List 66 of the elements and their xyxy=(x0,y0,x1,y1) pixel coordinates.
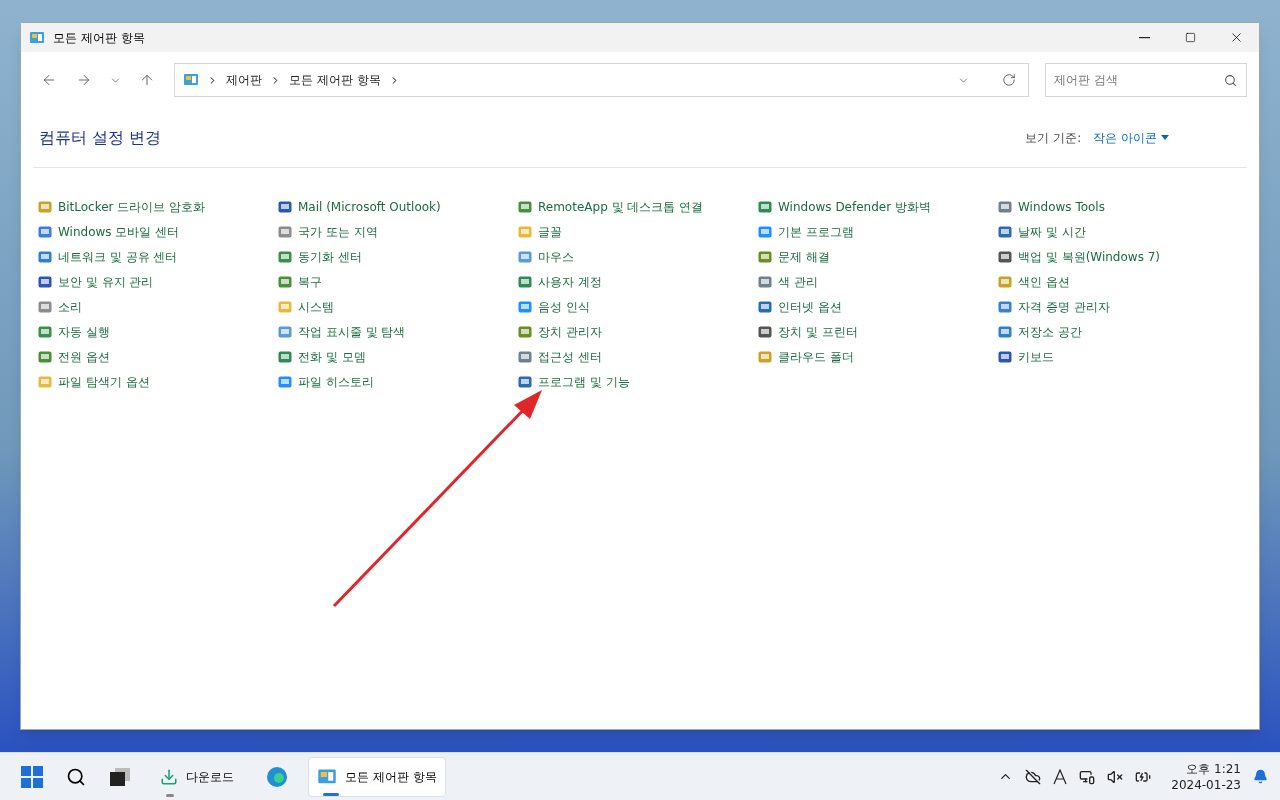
control-panel-link[interactable]: 날짜 및 시간 xyxy=(997,219,1237,244)
control-panel-link[interactable]: 장치 관리자 xyxy=(517,319,757,344)
clock-time[interactable]: 오후 1:21 xyxy=(1186,760,1241,777)
control-panel-link[interactable]: 접근성 센터 xyxy=(517,344,757,369)
volume-muted-icon[interactable] xyxy=(1107,768,1124,785)
control-panel-link[interactable]: 음성 인식 xyxy=(517,294,757,319)
control-panel-link[interactable]: 파일 탐색기 옵션 xyxy=(37,369,277,394)
minimize-icon xyxy=(1138,36,1150,39)
search-field[interactable]: 제어판 검색 xyxy=(1045,63,1247,97)
control-panel-link[interactable]: 국가 또는 지역 xyxy=(277,219,517,244)
refresh-icon[interactable] xyxy=(1002,73,1016,87)
letter-a-icon[interactable] xyxy=(1053,768,1068,785)
page-heading: 컴퓨터 설정 변경 xyxy=(39,126,162,149)
view-by-dropdown[interactable]: 작은 아이콘 xyxy=(1093,128,1169,147)
taskbar-app[interactable]: 모든 제어판 항목 xyxy=(308,756,446,797)
control-panel-icon xyxy=(183,72,200,88)
control-panel-link[interactable]: RemoteApp 및 데스크톱 연결 xyxy=(517,194,757,219)
control-panel-link[interactable]: 동기화 센터 xyxy=(277,244,517,269)
search-icon xyxy=(66,766,86,787)
control-panel-link[interactable]: Windows Defender 방화벽 xyxy=(757,194,997,219)
control-panel-link[interactable]: 자동 실행 xyxy=(37,319,277,344)
caret-down-icon xyxy=(1161,135,1169,140)
control-panel-link[interactable]: 색인 옵션 xyxy=(997,269,1237,294)
control-panel-link[interactable]: 글꼴 xyxy=(517,219,757,244)
control-panel-link[interactable]: 저장소 공간 xyxy=(997,319,1237,344)
control-panel-link[interactable]: 프로그램 및 기능 xyxy=(517,369,757,394)
control-panel-link[interactable]: 기본 프로그램 xyxy=(757,219,997,244)
control-panel-icon xyxy=(29,29,45,46)
control-panel-link[interactable]: 파일 히스토리 xyxy=(277,369,517,394)
control-panel-link[interactable]: 네트워크 및 공유 센터 xyxy=(37,244,277,269)
control-panel-link[interactable]: 사용자 계정 xyxy=(517,269,757,294)
task-view-icon xyxy=(110,767,130,786)
browser-icon xyxy=(266,765,288,788)
control-panel-link[interactable]: 전원 옵션 xyxy=(37,344,277,369)
control-panel-link[interactable]: 보안 및 유지 관리 xyxy=(37,269,277,294)
control-panel-link[interactable]: 소리 xyxy=(37,294,277,319)
control-panel-link[interactable]: BitLocker 드라이브 암호화 xyxy=(37,194,277,219)
windows-logo-icon xyxy=(21,765,43,788)
notification-icon[interactable] xyxy=(1253,769,1268,784)
control-panel-link[interactable]: 색 관리 xyxy=(757,269,997,294)
control-panel-link[interactable]: Mail (Microsoft Outlook) xyxy=(277,194,517,219)
clock-date[interactable]: 2024-01-23 xyxy=(1171,776,1241,793)
control-panel-link[interactable]: 백업 및 복원(Windows 7) xyxy=(997,244,1237,269)
download-icon xyxy=(160,767,178,786)
control-panel-link[interactable]: 마우스 xyxy=(517,244,757,269)
search-icon[interactable] xyxy=(1224,74,1237,87)
control-panel-link[interactable]: 장치 및 프린터 xyxy=(757,319,997,344)
control-panel-link[interactable]: Windows Tools xyxy=(997,194,1237,219)
control-panel-link[interactable]: 문제 해결 xyxy=(757,244,997,269)
control-panel-link[interactable]: 전화 및 모뎀 xyxy=(277,344,517,369)
control-panel-link[interactable]: 인터넷 옵션 xyxy=(757,294,997,319)
control-panel-link[interactable]: 자격 증명 관리자 xyxy=(997,294,1237,319)
taskbar-app[interactable]: 다운로드 xyxy=(152,756,296,797)
control-panel-link[interactable]: 복구 xyxy=(277,269,517,294)
breadcrumb-item[interactable]: 제어판 xyxy=(226,71,263,89)
control-panel-link[interactable]: 클라우드 폴더 xyxy=(757,344,997,369)
control-panel-link[interactable]: 키보드 xyxy=(997,344,1237,369)
control-panel-link[interactable]: Windows 모바일 센터 xyxy=(37,219,277,244)
address-bar[interactable]: 제어판 모든 제어판 항목 xyxy=(174,63,1029,97)
view-by-label: 보기 기준: xyxy=(1025,129,1082,147)
breadcrumb-item[interactable]: 모든 제어판 항목 xyxy=(289,71,381,89)
control-panel-link[interactable]: 시스템 xyxy=(277,294,517,319)
window-title: 모든 제어판 항목 xyxy=(53,29,145,47)
cloud-off-icon[interactable] xyxy=(1025,768,1042,785)
control-panel-link[interactable]: 작업 표시줄 및 탐색 xyxy=(277,319,517,344)
maximize-icon xyxy=(1184,32,1196,43)
